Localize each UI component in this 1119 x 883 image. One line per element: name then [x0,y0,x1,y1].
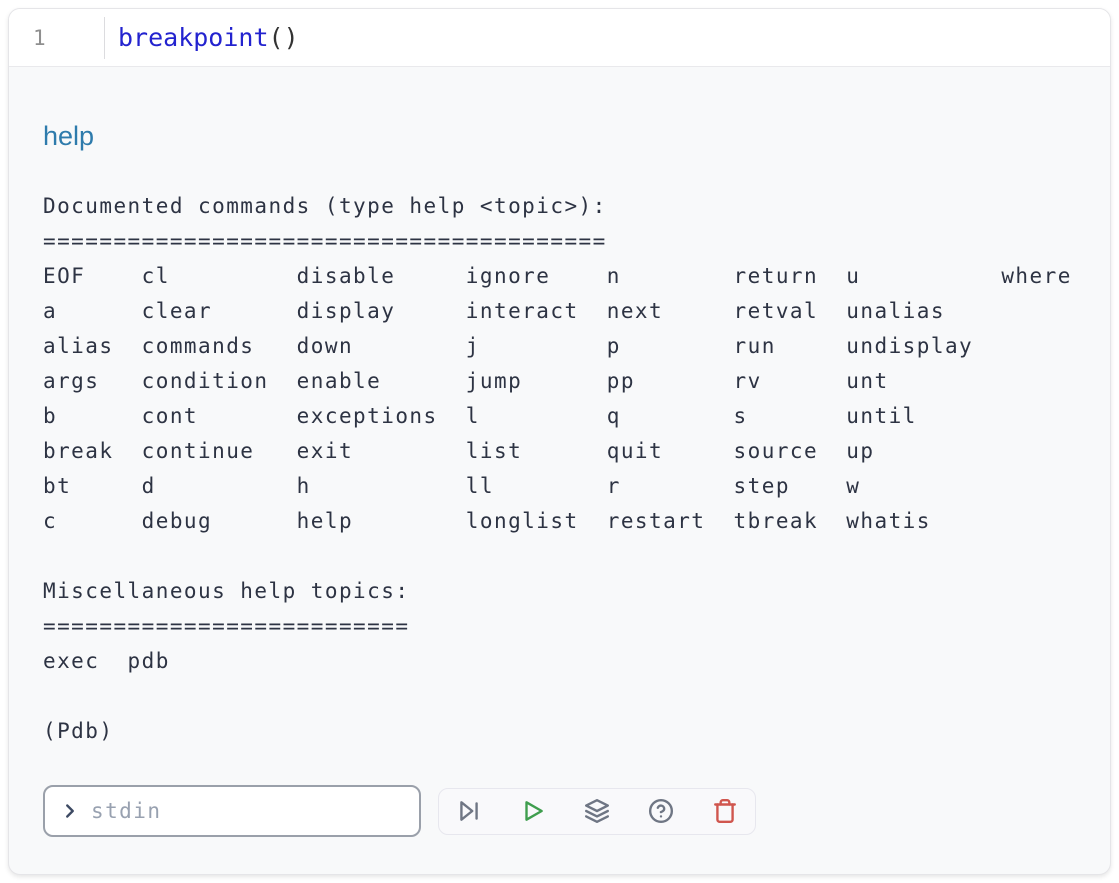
code-parens: () [269,23,299,52]
toolbar-button[interactable] [519,797,547,825]
layers-icon [584,798,610,824]
stdin-input[interactable] [91,787,419,835]
debugger-toolbar [438,788,756,835]
line-number: 1 [9,26,104,50]
trash-icon [712,798,738,824]
toolbar-button[interactable] [455,797,483,825]
code-function-name: breakpoint [118,23,269,52]
stdin-inputbox[interactable] [43,785,421,837]
toolbar-button[interactable] [647,797,675,825]
toolbar-button[interactable] [583,797,611,825]
play-icon [520,798,546,824]
stdin-echo: help [43,119,1076,154]
skip-forward-icon [456,798,482,824]
help-circle-icon [648,798,674,824]
debugger-cell: 1 breakpoint() help Documented commands … [8,8,1111,875]
console-area: help Documented commands (type help <top… [9,67,1110,837]
console-output: Documented commands (type help <topic>):… [43,154,1076,749]
code-line[interactable]: breakpoint() [105,23,299,52]
debugger-controls-row [43,785,1076,837]
chevron-right-icon [59,800,81,822]
code-editor-row: 1 breakpoint() [9,9,1110,67]
toolbar-button[interactable] [711,797,739,825]
